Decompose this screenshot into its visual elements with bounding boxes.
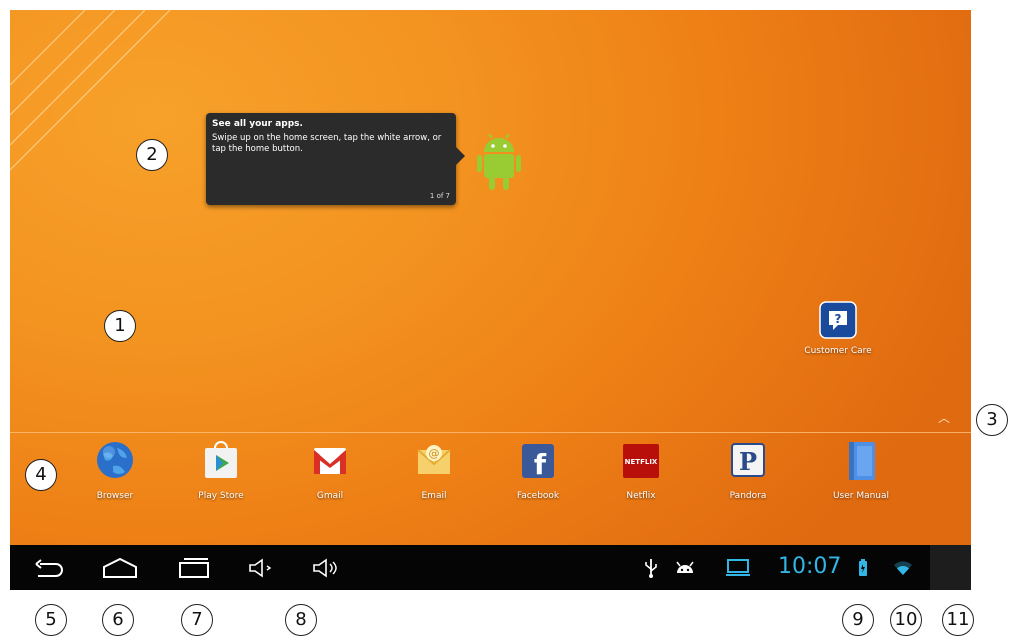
globe-icon xyxy=(97,442,133,478)
tooltip-title: See all your apps. xyxy=(212,119,303,129)
back-icon[interactable] xyxy=(26,555,70,581)
recent-apps-icon[interactable] xyxy=(172,555,216,581)
dock-app-browser[interactable]: Browser xyxy=(70,440,160,501)
play-store-icon xyxy=(205,441,237,478)
dock-app-label: Email xyxy=(421,491,447,501)
screen-icon xyxy=(726,559,750,576)
dock-app-play-store[interactable]: Play Store xyxy=(176,440,266,501)
dock-divider xyxy=(10,432,971,433)
callout-marker: 7 xyxy=(181,604,213,636)
usb-icon xyxy=(645,559,657,578)
status-bar-end-panel xyxy=(930,545,971,590)
wifi-icon xyxy=(894,561,912,575)
customer-care-label: Customer Care xyxy=(804,346,872,356)
home-icon[interactable] xyxy=(98,555,142,581)
battery-icon xyxy=(859,559,867,576)
svg-text:?: ? xyxy=(835,312,842,326)
pandora-icon: P xyxy=(731,443,765,477)
volume-down-icon[interactable] xyxy=(242,555,286,581)
book-icon xyxy=(849,442,875,480)
callout-marker: 6 xyxy=(102,604,134,636)
tooltip-body: Swipe up on the home screen, tap the whi… xyxy=(212,133,442,154)
dock-app-label: Gmail xyxy=(316,491,344,501)
callout-marker: 11 xyxy=(942,604,974,636)
customer-care-shortcut[interactable]: ? Customer Care xyxy=(788,300,888,356)
dock-app-netflix[interactable]: NETFLIX Netflix xyxy=(596,440,686,501)
apps-tooltip[interactable]: See all your apps. Swipe up on the home … xyxy=(206,113,465,205)
email-icon: @ xyxy=(417,445,451,474)
callout-marker: 9 xyxy=(842,604,874,636)
customer-care-question-icon: ? xyxy=(819,301,857,339)
status-clock: 10:07 xyxy=(778,554,842,579)
system-navigation-bar: 10:07 xyxy=(10,545,971,590)
dock-app-gmail[interactable]: Gmail xyxy=(285,440,375,501)
dock-app-email[interactable]: @ Email xyxy=(389,440,479,501)
all-apps-arrow-icon[interactable]: ︿ xyxy=(938,412,950,424)
callout-marker: 3 xyxy=(976,404,1008,436)
dock-app-label: Facebook xyxy=(516,491,560,501)
callout-marker: 10 xyxy=(890,604,922,636)
dock-app-label: User Manual xyxy=(832,491,890,501)
facebook-icon: f xyxy=(522,444,554,481)
gmail-icon xyxy=(314,448,346,474)
svg-text:@: @ xyxy=(429,447,440,460)
volume-up-icon[interactable] xyxy=(306,555,350,581)
dock-app-facebook[interactable]: f Facebook xyxy=(493,440,583,501)
android-debug-icon xyxy=(676,561,694,573)
callout-marker: 8 xyxy=(285,604,317,636)
app-dock: Browser Play Store Gmail @ Email f Faceb… xyxy=(10,440,971,520)
tooltip-page-indicator: 1 of 7 xyxy=(429,192,450,200)
svg-text:f: f xyxy=(534,448,547,480)
callout-marker: 5 xyxy=(35,604,67,636)
callout-marker: 4 xyxy=(25,459,57,491)
dock-app-pandora[interactable]: P Pandora xyxy=(703,440,793,501)
dock-app-label: Browser xyxy=(96,491,134,501)
dock-app-label: Play Store xyxy=(198,491,244,501)
dock-app-label: Netflix xyxy=(626,491,656,501)
android-mascot-icon xyxy=(477,134,521,190)
callout-marker: 1 xyxy=(104,310,136,342)
pandora-icon-text: P xyxy=(739,447,757,476)
callout-marker: 2 xyxy=(136,139,168,171)
netflix-icon: NETFLIX xyxy=(623,444,659,478)
netflix-icon-text: NETFLIX xyxy=(625,458,658,466)
dock-app-user-manual[interactable]: User Manual xyxy=(816,440,906,501)
tablet-screen: See all your apps. Swipe up on the home … xyxy=(10,10,971,590)
dock-app-label: Pandora xyxy=(729,491,767,501)
